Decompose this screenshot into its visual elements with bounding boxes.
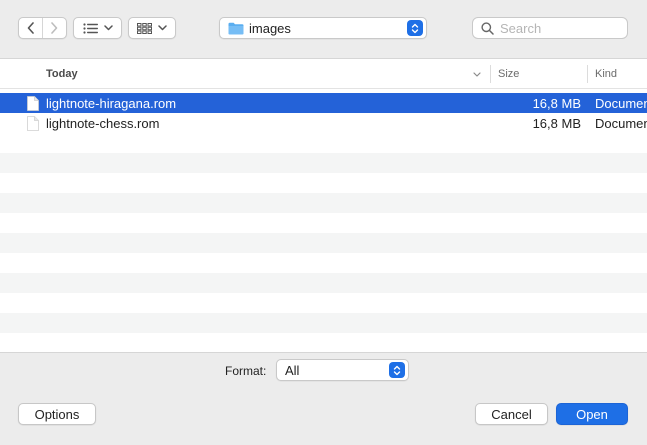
chevron-left-icon	[27, 22, 34, 34]
file-kind: Document	[595, 93, 647, 113]
document-icon	[27, 113, 39, 133]
empty-row	[0, 133, 647, 153]
empty-row	[0, 173, 647, 193]
column-kind-header[interactable]: Kind	[595, 59, 617, 89]
folder-icon	[228, 22, 244, 34]
column-divider[interactable]	[490, 65, 491, 83]
location-popup[interactable]: images	[219, 17, 427, 39]
popup-stepper	[389, 362, 405, 378]
file-size: 16,8 MB	[532, 95, 581, 111]
grid-icon	[137, 22, 152, 34]
search-field[interactable]	[472, 17, 628, 39]
format-popup[interactable]: All	[276, 359, 409, 381]
location-label: images	[249, 20, 291, 36]
format-value: All	[285, 362, 300, 378]
empty-row	[0, 293, 647, 313]
chevron-down-icon	[103, 25, 113, 31]
empty-row	[0, 333, 647, 352]
chevron-down-icon	[473, 71, 481, 77]
empty-row	[0, 193, 647, 213]
file-row[interactable]: lightnote-hiragana.rom 16,8 MB Document	[0, 93, 647, 113]
back-button[interactable]	[19, 18, 42, 38]
empty-row	[0, 153, 647, 173]
file-list: Today Size Kind lightnote-hiragana.rom 1…	[0, 58, 647, 353]
grid-view-button[interactable]	[128, 17, 176, 39]
popup-stepper	[407, 20, 423, 36]
chevron-down-icon	[158, 25, 167, 31]
empty-row	[0, 253, 647, 273]
cancel-button[interactable]: Cancel	[475, 403, 548, 425]
file-kind-text: Document	[595, 95, 647, 111]
forward-button[interactable]	[43, 18, 66, 38]
open-file-dialog: images Today Size Kind li	[0, 0, 647, 445]
file-kind-text: Document	[595, 115, 647, 131]
up-down-arrows-icon	[393, 365, 401, 375]
options-button[interactable]: Options	[18, 403, 96, 425]
document-icon	[27, 93, 39, 113]
empty-row	[0, 213, 647, 233]
file-name: lightnote-chess.rom	[46, 115, 160, 131]
file-size: 16,8 MB	[532, 115, 581, 131]
toolbar: images	[0, 0, 647, 58]
column-name-header[interactable]: Today	[46, 59, 486, 89]
file-kind: Document	[595, 113, 647, 133]
sort-chevron[interactable]	[473, 59, 481, 89]
empty-row	[0, 313, 647, 333]
column-divider[interactable]	[587, 65, 588, 83]
empty-row	[0, 233, 647, 253]
search-icon	[481, 21, 494, 35]
file-row[interactable]: lightnote-chess.rom 16,8 MB Document	[0, 113, 647, 133]
empty-row	[0, 273, 647, 293]
file-rows: lightnote-hiragana.rom 16,8 MB Document …	[0, 93, 647, 352]
column-size-header[interactable]: Size	[498, 59, 519, 89]
format-label: Format:	[225, 364, 267, 378]
up-down-arrows-icon	[411, 23, 419, 33]
search-input[interactable]	[500, 20, 620, 36]
list-icon	[82, 22, 98, 34]
navigation-buttons	[18, 17, 67, 39]
list-view-button[interactable]	[73, 17, 122, 39]
column-header: Today Size Kind	[0, 59, 647, 89]
file-name: lightnote-hiragana.rom	[46, 95, 177, 111]
open-button[interactable]: Open	[556, 403, 628, 425]
chevron-right-icon	[51, 22, 58, 34]
